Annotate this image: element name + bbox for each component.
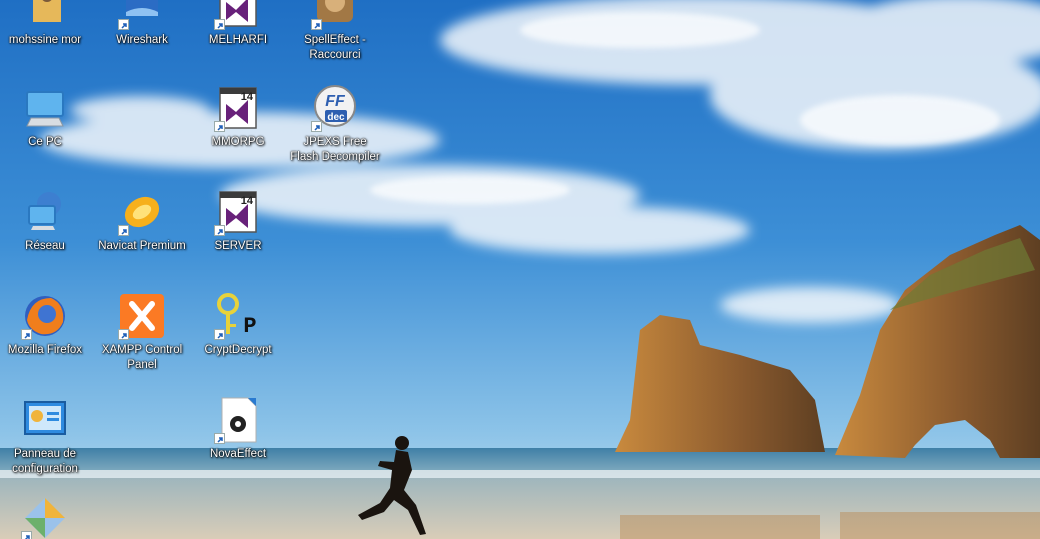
- desktop-icon-panneau-de-configuration[interactable]: Panneau de configuration: [0, 396, 93, 477]
- desktop-icon-label: MELHARFI: [208, 34, 268, 46]
- desktop-icon-label: SpellEffect - Raccourci: [304, 34, 366, 61]
- wireshark-icon: [118, 0, 166, 30]
- computer-icon: [21, 84, 69, 132]
- shortcut-arrow-icon: [214, 433, 225, 444]
- desktop-icon-cryptdecrypt[interactable]: P CryptDecrypt: [190, 292, 286, 358]
- xampp-icon: [118, 292, 166, 340]
- visual-studio-icon: 14: [214, 188, 262, 236]
- desktop-icon-melharfi[interactable]: 14 MELHARFI: [190, 0, 286, 48]
- firefox-icon: [21, 292, 69, 340]
- shortcut-arrow-icon: [21, 329, 32, 340]
- shortcut-arrow-icon: [118, 329, 129, 340]
- desktop-icon-mozilla-firefox[interactable]: Mozilla Firefox: [0, 292, 93, 358]
- spelleffect-icon: [311, 0, 359, 30]
- shortcut-arrow-icon: [214, 225, 225, 236]
- desktop-wallpaper: [0, 0, 1040, 539]
- desktop-icon-jpexs-free-flash-decompiler[interactable]: FF dec JPEXS Free Flash Decompiler: [287, 84, 383, 165]
- desktop-icon-partial[interactable]: [0, 494, 93, 539]
- shortcut-arrow-icon: [118, 19, 129, 30]
- shortcut-arrow-icon: [21, 531, 32, 539]
- desktop-icon-label: SERVER: [214, 240, 262, 252]
- navicat-icon: [118, 188, 166, 236]
- network-icon: [21, 188, 69, 236]
- visual-studio-icon: 14: [214, 84, 262, 132]
- desktop-icon-label: MMORPG: [211, 136, 265, 148]
- desktop-icon-mohssine-mor[interactable]: mohssine mor: [0, 0, 93, 48]
- shortcut-arrow-icon: [214, 19, 225, 30]
- shortcut-arrow-icon: [311, 121, 322, 132]
- svg-text:14: 14: [241, 0, 254, 1]
- shortcut-arrow-icon: [214, 329, 225, 340]
- desktop-icon-novaeffect[interactable]: NovaEffect: [190, 396, 286, 462]
- visual-studio-icon: 14: [214, 0, 262, 30]
- desktop[interactable]: mohssine mor Wireshark 14 MELHARFI SpellEffe…: [0, 0, 1040, 539]
- user-folder-icon: [21, 0, 69, 30]
- desktop-icon-server[interactable]: 14 SERVER: [190, 188, 286, 254]
- svg-text:14: 14: [241, 91, 254, 103]
- svg-text:FF: FF: [325, 93, 346, 110]
- desktop-icon-mmorpg[interactable]: 14 MMORPG: [190, 84, 286, 150]
- desktop-icon-label: Réseau: [25, 240, 65, 252]
- desktop-icon-spelleffect-raccourci[interactable]: SpellEffect - Raccourci: [287, 0, 383, 63]
- desktop-icon-label: Panneau de configuration: [12, 448, 78, 475]
- gear-file-icon: [214, 396, 262, 444]
- shortcut-arrow-icon: [118, 225, 129, 236]
- desktop-icon-label: JPEXS Free Flash Decompiler: [290, 136, 380, 163]
- desktop-icon-r-seau[interactable]: Réseau: [0, 188, 93, 254]
- svg-text:P: P: [243, 314, 256, 339]
- desktop-icon-label: Mozilla Firefox: [7, 344, 83, 356]
- svg-text:dec: dec: [327, 112, 345, 123]
- desktop-icon-ce-pc[interactable]: Ce PC: [0, 84, 93, 150]
- recycle-bin-icon: [21, 494, 69, 539]
- key-icon: P: [214, 292, 262, 340]
- desktop-icon-label: mohssine mor: [8, 34, 82, 46]
- desktop-icon-label: Navicat Premium: [98, 240, 186, 252]
- desktop-icon-label: XAMPP Control Panel: [101, 344, 183, 371]
- shortcut-arrow-icon: [311, 19, 322, 30]
- control-panel-icon: [21, 396, 69, 444]
- desktop-icon-label: NovaEffect: [209, 448, 267, 460]
- desktop-icon-label: CryptDecrypt: [204, 344, 272, 356]
- desktop-icon-wireshark[interactable]: Wireshark: [94, 0, 190, 48]
- desktop-icon-label: Wireshark: [116, 34, 168, 46]
- ffdec-icon: FF dec: [311, 84, 359, 132]
- desktop-icon-xampp-control-panel[interactable]: XAMPP Control Panel: [94, 292, 190, 373]
- shortcut-arrow-icon: [214, 121, 225, 132]
- desktop-icon-label: Ce PC: [28, 136, 62, 148]
- svg-text:14: 14: [241, 195, 254, 207]
- desktop-icon-navicat-premium[interactable]: Navicat Premium: [94, 188, 190, 254]
